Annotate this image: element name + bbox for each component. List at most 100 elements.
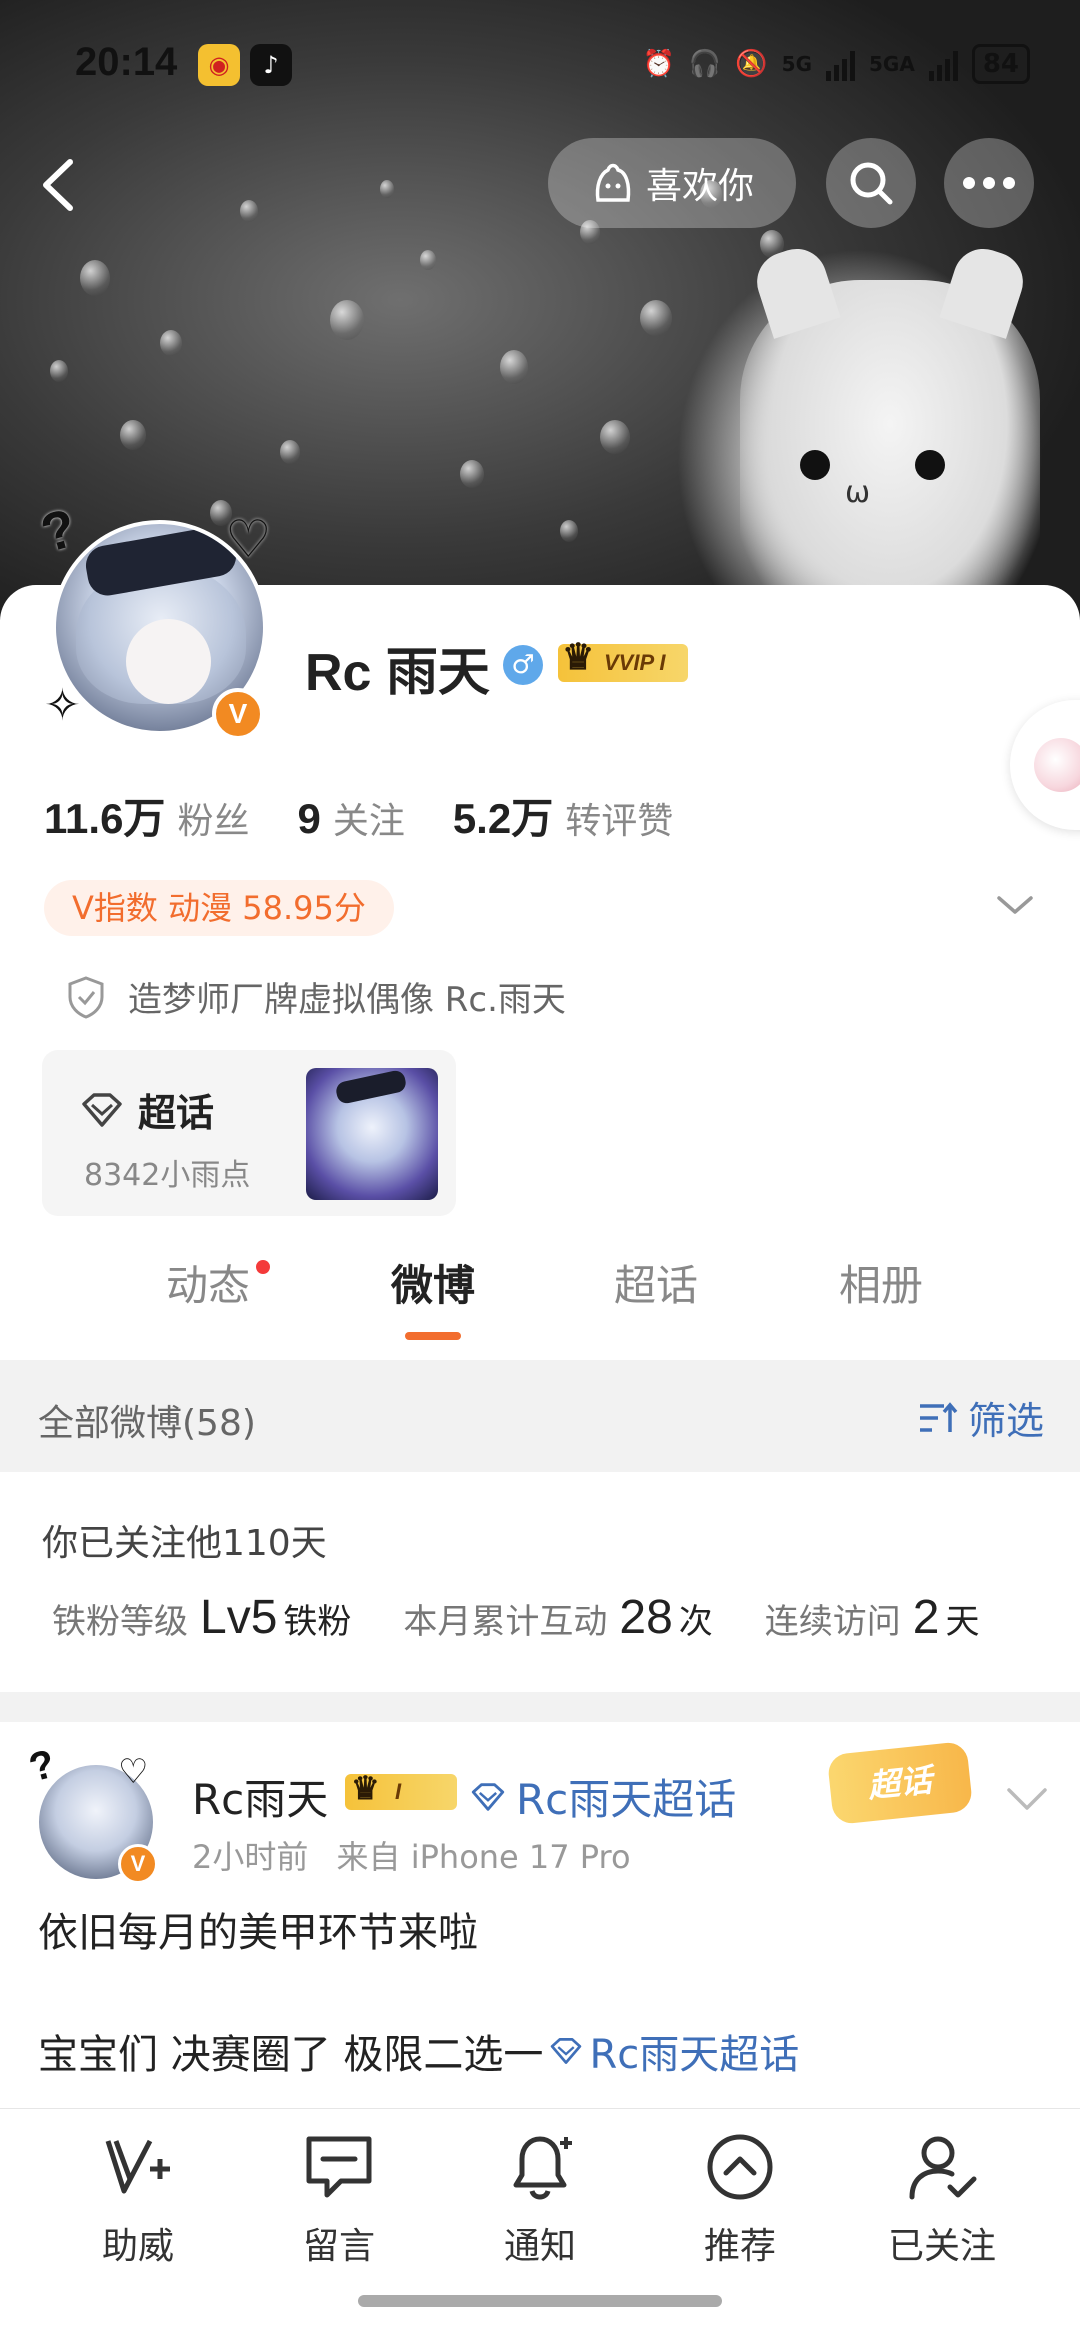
follow-duration: 你已关注他110天: [42, 1523, 327, 1564]
tab-super-topic[interactable]: 超话: [566, 1252, 746, 1313]
more-dots-icon: [963, 177, 1015, 189]
search-icon: [850, 162, 893, 205]
profile-tabs: 动态 微博 超话 相册: [0, 1252, 1080, 1352]
fan-level-suffix: 铁粉: [283, 1602, 352, 1642]
profile-stats: 11.6万 粉丝 9 关注 5.2万 转评赞: [44, 785, 721, 846]
headphones-icon: 🎧: [688, 49, 722, 79]
question-deco-icon: ?: [24, 1741, 60, 1791]
network-5g-label: 5G: [781, 52, 812, 76]
chevron-down-icon: [997, 896, 1033, 914]
star-deco-icon: ✧: [44, 680, 81, 731]
profile-avatar[interactable]: ? ♡ ✧ V: [30, 490, 290, 760]
back-button[interactable]: [30, 150, 90, 220]
profile-username: Rc 雨天: [305, 644, 490, 702]
weibo-app-icon: ◉: [198, 44, 240, 86]
tab-album[interactable]: 相册: [791, 1252, 971, 1313]
notify-button[interactable]: 通知: [460, 2129, 620, 2269]
vvip-badge[interactable]: ♛ VVIP I: [558, 638, 688, 682]
mute-icon: 🔕: [735, 49, 768, 79]
cheer-button[interactable]: 助威: [58, 2129, 218, 2269]
fan-level-value: Lv5: [200, 1591, 278, 1644]
post-inline-topic-link[interactable]: Rc雨天超话: [549, 2022, 799, 2080]
message-icon: [306, 2136, 372, 2198]
visit-unit: 天: [945, 1602, 980, 1642]
more-button[interactable]: [944, 138, 1034, 228]
status-bar: 20:14 ◉ ♪ ⏰ 🎧 🔕 5G 5GA 84: [0, 0, 1080, 130]
filter-button[interactable]: 筛选: [916, 1390, 1044, 1445]
search-button[interactable]: [826, 138, 916, 228]
post-author-name[interactable]: Rc雨天: [192, 1766, 328, 1827]
battery-indicator: 84: [971, 44, 1030, 84]
monthly-interaction: 本月累计互动 28 次: [403, 1590, 712, 1645]
stat-fans[interactable]: 11.6万 粉丝: [44, 785, 249, 846]
tab-dynamics-label: 动态: [165, 1261, 250, 1310]
verified-badge-icon: V: [212, 688, 264, 740]
new-dot-icon: [256, 1260, 270, 1274]
message-button[interactable]: 留言: [259, 2129, 419, 2269]
home-indicator[interactable]: [358, 2295, 722, 2307]
post-inline-topic-label: Rc雨天超话: [589, 2032, 800, 2078]
consecutive-visits: 连续访问 2 天: [765, 1590, 980, 1645]
super-topic-thumbnail: [306, 1068, 438, 1200]
fan-info-box[interactable]: 你已关注他110天 铁粉等级 Lv5 铁粉 本月累计互动 28 次 连续访问 2…: [0, 1472, 1080, 1692]
tab-weibo[interactable]: 微博: [343, 1252, 523, 1340]
tab-dynamics[interactable]: 动态: [118, 1252, 298, 1313]
heart-deco-icon: ♡: [118, 1752, 149, 1792]
like-you-button[interactable]: 喜欢你: [548, 138, 796, 228]
cat-paw-icon: [595, 163, 631, 202]
signal-icon: [826, 47, 855, 81]
stat-reposts[interactable]: 5.2万 转评赞: [453, 785, 673, 846]
fan-level: 铁粉等级 Lv5 铁粉: [52, 1590, 351, 1645]
tab-album-label: 相册: [838, 1261, 923, 1310]
crown-icon: ♛: [351, 1770, 380, 1806]
network-5ga-label: 5GA: [869, 52, 915, 76]
post-topic-link[interactable]: Rc雨天超话: [470, 1766, 736, 1827]
verified-badge-icon: V: [118, 1844, 158, 1884]
recommend-label: 推荐: [703, 2226, 776, 2267]
fan-level-label: 铁粉等级: [52, 1602, 188, 1642]
alarm-icon: ⏰: [642, 49, 675, 79]
question-deco-icon: ?: [34, 497, 83, 565]
expand-profile-button[interactable]: [995, 890, 1035, 920]
diamond-icon: [551, 2038, 582, 2064]
interaction-label: 本月累计互动: [403, 1602, 608, 1642]
chevron-down-icon: [1007, 1788, 1047, 1810]
stat-following[interactable]: 9 关注: [297, 792, 404, 844]
post-member-badge: ♛ I: [345, 1770, 457, 1810]
post-text-line1: 依旧每月的美甲环节来啦: [38, 1910, 478, 1956]
message-label: 留言: [302, 2226, 375, 2267]
certification-text: 造梦师厂牌虚拟偶像 Rc.雨天: [128, 980, 566, 1020]
tab-active-underline: [405, 1332, 461, 1340]
post-topic-label: Rc雨天超话: [516, 1775, 737, 1824]
diamond-icon: [471, 1782, 505, 1811]
super-topic-card[interactable]: 超话 8342小雨点: [42, 1050, 456, 1216]
stat-fans-num: 11.6万: [44, 795, 166, 842]
stat-fans-label: 粉丝: [177, 801, 250, 842]
back-arrow-icon: [43, 159, 73, 211]
super-topic-sticker: 超话: [826, 1740, 974, 1826]
post-time: 2小时前: [192, 1838, 309, 1876]
super-topic-sub: 8342小雨点: [84, 1158, 251, 1193]
male-gender-icon: ♂: [503, 645, 543, 685]
stat-following-num: 9: [297, 795, 321, 842]
certification-row: 造梦师厂牌虚拟偶像 Rc.雨天: [66, 972, 566, 1021]
recommend-button[interactable]: 推荐: [660, 2129, 820, 2269]
v-index-badge[interactable]: V指数 动漫 58.95分: [44, 880, 394, 936]
post-menu-button[interactable]: [1005, 1784, 1049, 1814]
tab-weibo-label: 微博: [390, 1261, 475, 1310]
interaction-unit: 次: [678, 1602, 713, 1642]
super-topic-title: 超话: [138, 1091, 215, 1135]
filter-label: 筛选: [967, 1399, 1044, 1443]
crown-icon: ♛: [562, 636, 595, 677]
stat-following-label: 关注: [332, 801, 405, 842]
notify-label: 通知: [503, 2226, 576, 2267]
post-text-line2: 宝宝们 决赛圈了 极限二选一 Rc雨天超话: [38, 2022, 799, 2080]
heart-deco-icon: ♡: [225, 510, 272, 570]
post-badge-label: I: [395, 1779, 402, 1804]
like-you-label: 喜欢你: [645, 166, 754, 207]
stat-reposts-num: 5.2万: [452, 795, 554, 842]
weibo-post[interactable]: ? ♡ V Rc雨天 ♛ I Rc雨天超话 超话 2小时前 来自 iPhone …: [0, 1722, 1080, 2122]
cheer-label: 助威: [101, 2226, 174, 2267]
followed-button[interactable]: 已关注: [862, 2129, 1022, 2269]
followed-label: 已关注: [887, 2226, 996, 2267]
